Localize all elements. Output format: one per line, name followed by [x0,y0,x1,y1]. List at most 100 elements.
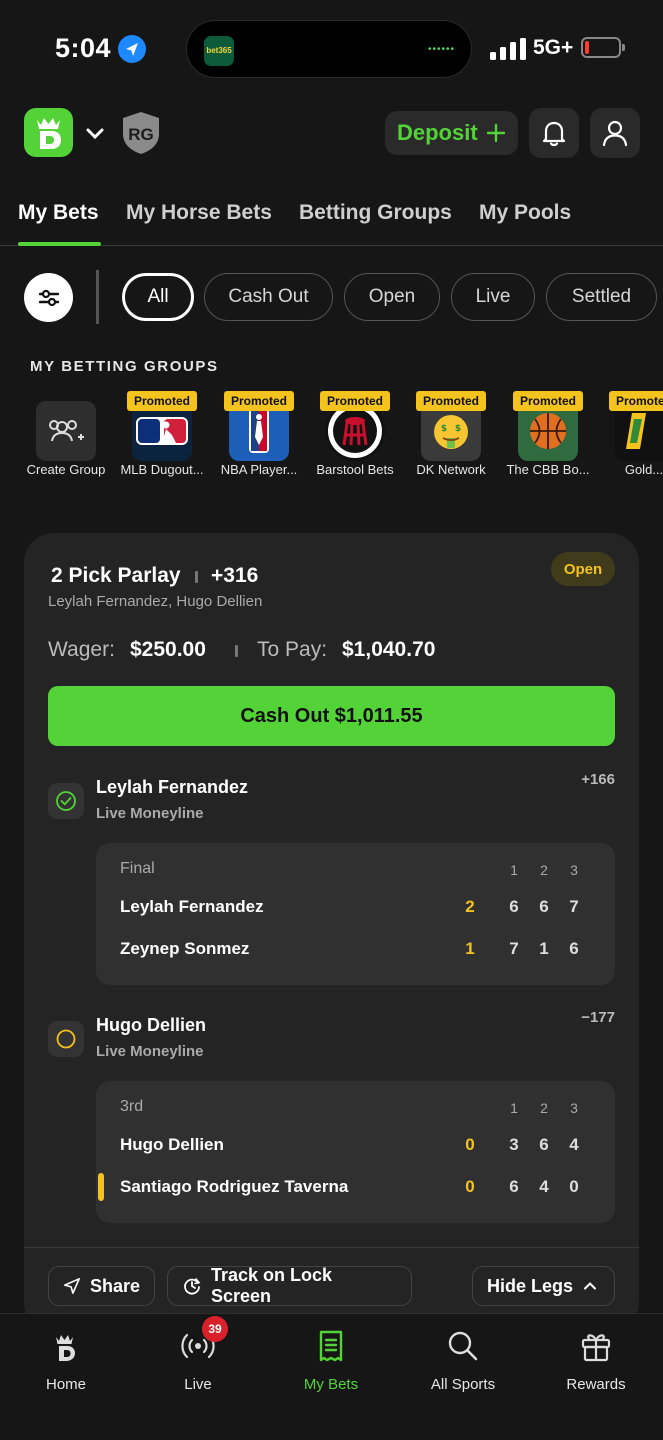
filter-chip-cash-out[interactable]: Cash Out [204,273,333,321]
sets-won: 0 [465,1177,475,1196]
tab-betting-groups[interactable]: Betting Groups [299,201,452,225]
status-badge: Open [551,552,615,586]
filter-chip-all[interactable]: All [122,273,194,321]
group-dk-network[interactable]: Promoted $ $ DK Network [405,390,497,485]
cell-signal-icon [490,38,526,60]
tab-my-horse-bets[interactable]: My Horse Bets [126,201,272,225]
group-nba-player[interactable]: Promoted NBA Player... [213,390,305,485]
nav-rewards[interactable]: Rewards [536,1326,656,1393]
bets-tabs: My Bets My Horse Bets Betting Groups My … [0,196,663,246]
tab-my-pools[interactable]: My Pools [479,201,571,225]
player-name: Leylah Fernandez [120,897,264,916]
set-games: 1 [539,939,549,958]
set-games: 6 [569,939,579,958]
filter-settings-button[interactable] [24,273,73,322]
group-barstool-bets[interactable]: Promoted Barstool Bets [309,390,401,485]
bet-type: 2 Pick Parlay [51,564,181,587]
filter-divider [96,270,99,324]
dynamic-island: bet365 •••••• [186,20,472,78]
to-pay-value: $1,040.70 [342,638,436,661]
location-arrow-icon [118,35,146,63]
betting-groups-carousel: Create Group Promoted MLB Dugout... Prom… [0,390,663,485]
sets-won: 1 [465,939,475,958]
share-button[interactable]: Share [48,1266,155,1306]
gift-icon [576,1326,616,1366]
set-games: 4 [539,1177,549,1196]
track-lock-screen-button[interactable]: Track on Lock Screen [167,1265,412,1306]
nav-my-bets[interactable]: My Bets [271,1326,391,1393]
card-divider [24,1247,639,1248]
send-icon [63,1278,80,1294]
chevron-up-icon [584,1282,597,1290]
bet-card[interactable]: 2 Pick Parlay +316 Leylah Fernandez, Hug… [24,533,639,1333]
track-label: Track on Lock Screen [210,1265,333,1306]
set-games: 0 [569,1177,579,1196]
set-games: 7 [509,939,519,958]
draftkings-logo[interactable] [24,108,73,157]
betting-groups-title: MY BETTING GROUPS [30,358,219,375]
group-label: DK Network [416,462,486,477]
group-mlb-dugout[interactable]: Promoted MLB Dugout... [116,390,208,485]
cash-out-button[interactable]: Cash Out $1,011.55 [48,686,615,746]
sets-won: 2 [465,897,475,916]
leg-market: Live Moneyline [96,805,204,822]
title-separator [195,571,198,583]
nav-home[interactable]: Home [6,1326,126,1393]
nav-label: All Sports [430,1376,496,1393]
nav-live[interactable]: 39 Live [138,1316,258,1393]
set-games: 3 [509,1135,519,1154]
plus-icon [486,123,505,143]
nav-label: Live [184,1376,212,1393]
set-header: 2 [540,862,548,878]
active-tab-indicator [18,242,101,246]
set-header: 1 [510,862,518,878]
filter-chip-open[interactable]: Open [344,273,440,321]
responsible-gaming-badge[interactable]: RG [122,111,160,155]
promoted-badge: Promoted [609,391,663,411]
chevron-down-icon[interactable] [84,122,106,144]
group-label: Gold... [624,462,663,477]
filter-chip-live[interactable]: Live [451,273,535,321]
sliders-icon [38,289,59,306]
serving-indicator [98,1173,104,1201]
group-create[interactable]: Create Group [20,390,112,485]
set-games: 7 [569,897,579,916]
filter-chip-settled[interactable]: Settled [546,273,657,321]
island-activity-icon: •••••• [427,44,455,55]
set-header: 1 [510,1100,518,1116]
hide-legs-label: Hide Legs [487,1275,574,1296]
bet-selections: Leylah Fernandez, Hugo Dellien [48,593,263,610]
set-header: 3 [570,1100,578,1116]
group-cbb[interactable]: Promoted The CBB Bo... [502,390,594,485]
live-count-badge: 39 [202,1316,228,1342]
user-icon [602,120,628,147]
set-games: 4 [569,1135,579,1154]
island-app-icon: bet365 [204,36,234,66]
filter-row: All Cash Out Open Live Settled [0,270,663,325]
wager-label: Wager: [48,638,115,661]
notifications-button[interactable] [529,108,579,158]
match-status: Final [120,860,155,877]
tab-my-bets[interactable]: My Bets [18,201,99,225]
leg-selection: Hugo Dellien [96,1015,207,1035]
nav-all-sports[interactable]: All Sports [403,1326,523,1393]
promoted-badge: Promoted [127,391,197,411]
account-button[interactable] [590,108,640,158]
status-bar: 5:04 bet365 •••••• 5G+ [0,0,663,95]
nav-label: Rewards [566,1376,626,1393]
hide-legs-button[interactable]: Hide Legs [472,1266,615,1306]
group-label: Create Group [26,462,106,477]
set-games: 6 [539,1135,549,1154]
deposit-button[interactable]: Deposit [385,111,518,155]
group-gold[interactable]: Promoted Gold... [598,390,663,485]
search-icon [443,1326,483,1366]
svg-text:$: $ [441,424,447,434]
nav-label: My Bets [303,1376,359,1393]
app-header: RG Deposit [0,105,663,165]
promoted-badge: Promoted [416,391,486,411]
promoted-badge: Promoted [320,391,390,411]
deposit-label: Deposit [397,120,478,145]
group-label: Barstool Bets [316,462,394,477]
scoreboard: Final 1 2 3 Leylah Fernandez 2 6 6 7 Zey… [96,843,615,985]
match-status: 3rd [120,1098,144,1115]
